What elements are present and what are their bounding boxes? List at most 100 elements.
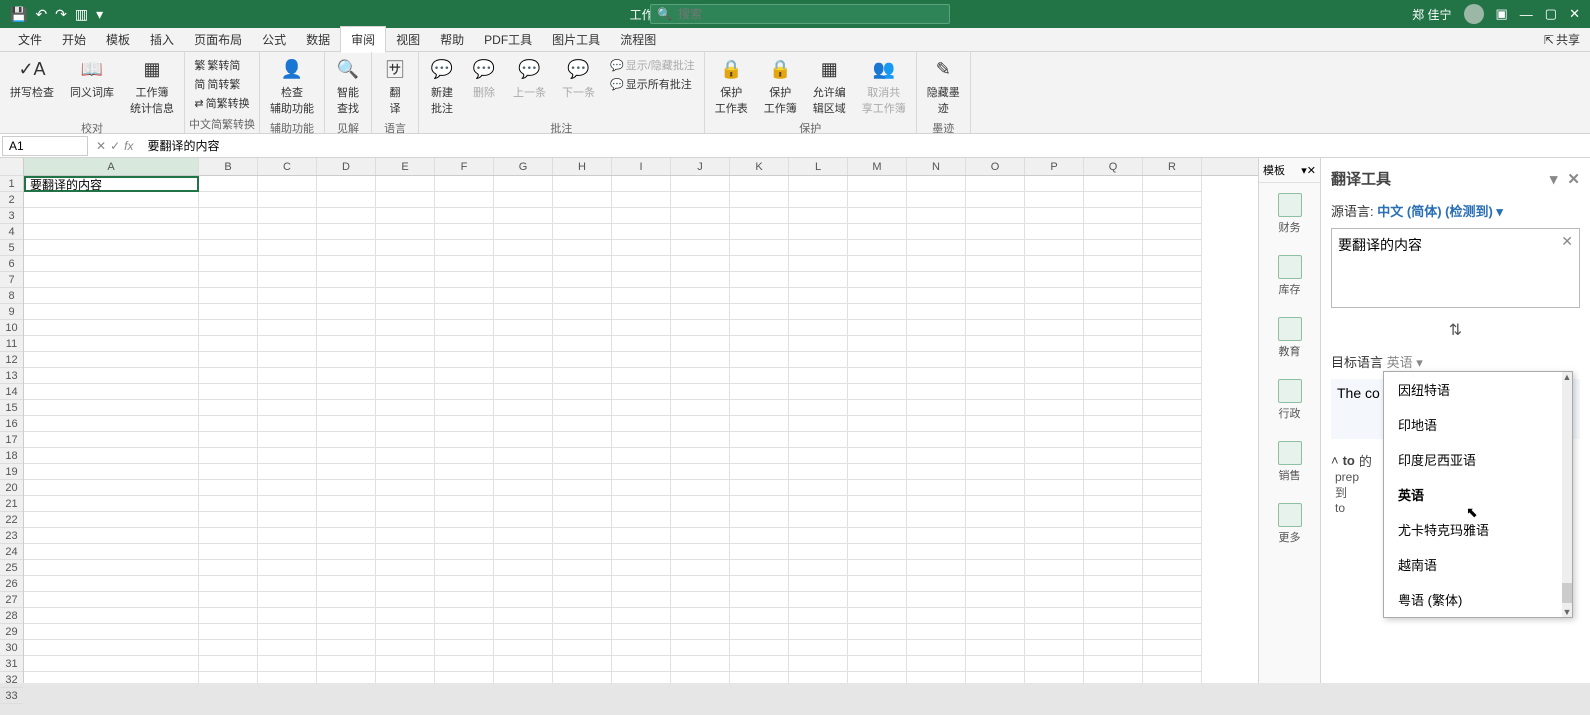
col-header-E[interactable]: E	[376, 158, 435, 175]
row-header-33[interactable]: 33	[0, 688, 23, 704]
target-lang-dropdown[interactable]: 英语 ▾	[1387, 355, 1423, 370]
cancel-formula-icon[interactable]: ✕	[96, 139, 106, 153]
maximize-icon[interactable]: ▢	[1545, 6, 1557, 22]
protect-sheet-button[interactable]: 🔒保护 工作表	[709, 54, 754, 118]
lang-option-2[interactable]: 印度尼西亚语	[1384, 442, 1572, 477]
col-header-C[interactable]: C	[258, 158, 317, 175]
show-all-comments-button[interactable]: 💬显示所有批注	[607, 75, 698, 93]
undo-icon[interactable]: ↶	[35, 6, 47, 23]
row-header-1[interactable]: 1	[0, 176, 23, 192]
row-header-20[interactable]: 20	[0, 480, 23, 496]
lang-option-0[interactable]: 因纽特语	[1384, 372, 1572, 407]
template-item-2[interactable]: 教育	[1259, 307, 1320, 369]
row-header-27[interactable]: 27	[0, 592, 23, 608]
clear-text-icon[interactable]: ✕	[1561, 233, 1573, 250]
swap-languages-button[interactable]: ⇅	[1331, 320, 1580, 340]
save-icon[interactable]: 💾	[10, 6, 27, 23]
col-header-M[interactable]: M	[848, 158, 907, 175]
col-header-F[interactable]: F	[435, 158, 494, 175]
col-header-D[interactable]: D	[317, 158, 376, 175]
col-header-O[interactable]: O	[966, 158, 1025, 175]
tab-data[interactable]: 数据	[296, 27, 340, 52]
delete-comment-button[interactable]: 💬删除	[465, 54, 503, 102]
col-header-B[interactable]: B	[199, 158, 258, 175]
row-header-28[interactable]: 28	[0, 608, 23, 624]
row-header-22[interactable]: 22	[0, 512, 23, 528]
col-header-I[interactable]: I	[612, 158, 671, 175]
formula-input[interactable]: 要翻译的内容	[139, 135, 1590, 156]
row-header-24[interactable]: 24	[0, 544, 23, 560]
row-header-7[interactable]: 7	[0, 272, 23, 288]
col-header-P[interactable]: P	[1025, 158, 1084, 175]
row-header-8[interactable]: 8	[0, 288, 23, 304]
protect-workbook-button[interactable]: 🔒保护 工作簿	[758, 54, 803, 118]
close-icon[interactable]: ✕	[1569, 6, 1580, 22]
row-header-21[interactable]: 21	[0, 496, 23, 512]
row-header-29[interactable]: 29	[0, 624, 23, 640]
source-text-box[interactable]: 要翻译的内容 ✕	[1331, 228, 1580, 308]
lang-option-5[interactable]: 越南语	[1384, 547, 1572, 582]
col-header-K[interactable]: K	[730, 158, 789, 175]
redo-icon[interactable]: ↷	[55, 6, 67, 23]
tab-insert[interactable]: 插入	[140, 27, 184, 52]
col-header-R[interactable]: R	[1143, 158, 1202, 175]
allow-edit-button[interactable]: ▦允许编 辑区域	[807, 54, 852, 118]
scroll-up-icon[interactable]: ▲	[1562, 372, 1572, 382]
tab-image[interactable]: 图片工具	[542, 27, 610, 52]
workbook-stats-button[interactable]: ▦工作簿 统计信息	[124, 54, 180, 118]
tab-file[interactable]: 文件	[8, 27, 52, 52]
col-header-H[interactable]: H	[553, 158, 612, 175]
template-item-3[interactable]: 行政	[1259, 369, 1320, 431]
show-hide-comment-button[interactable]: 💬显示/隐藏批注	[607, 56, 698, 74]
panel-close-icon[interactable]: ✕	[1567, 170, 1580, 188]
row-header-19[interactable]: 19	[0, 464, 23, 480]
row-header-30[interactable]: 30	[0, 640, 23, 656]
row-header-23[interactable]: 23	[0, 528, 23, 544]
name-box[interactable]: A1	[2, 136, 88, 156]
trad-to-simp-button[interactable]: 简简转繁	[191, 75, 252, 93]
hide-ink-button[interactable]: ✎隐藏墨 迹	[921, 54, 966, 118]
panel-dropdown-icon[interactable]: ▾	[1550, 170, 1558, 188]
lang-option-1[interactable]: 印地语	[1384, 407, 1572, 442]
tab-layout[interactable]: 页面布局	[184, 27, 252, 52]
row-header-2[interactable]: 2	[0, 192, 23, 208]
spellcheck-button[interactable]: ✓A拼写检查	[4, 54, 60, 102]
lang-option-4[interactable]: 尤卡特克玛雅语	[1384, 512, 1572, 547]
ribbon-display-icon[interactable]: ▣	[1496, 6, 1508, 22]
share-button[interactable]: ⇱共享	[1544, 31, 1590, 48]
row-header-31[interactable]: 31	[0, 656, 23, 672]
row-header-15[interactable]: 15	[0, 400, 23, 416]
search-box[interactable]: 🔍	[650, 4, 950, 24]
col-header-L[interactable]: L	[789, 158, 848, 175]
touch-mode-icon[interactable]: ▥	[75, 6, 88, 23]
template-item-4[interactable]: 销售	[1259, 431, 1320, 493]
row-header-3[interactable]: 3	[0, 208, 23, 224]
tab-flowchart[interactable]: 流程图	[610, 27, 666, 52]
unshare-button[interactable]: 👥取消共 享工作簿	[856, 54, 912, 118]
col-header-J[interactable]: J	[671, 158, 730, 175]
smart-lookup-button[interactable]: 🔍智能 查找	[329, 54, 367, 118]
minimize-icon[interactable]: —	[1520, 7, 1533, 22]
row-header-14[interactable]: 14	[0, 384, 23, 400]
row-header-25[interactable]: 25	[0, 560, 23, 576]
translate-button[interactable]: 🈂翻 译	[376, 54, 414, 118]
qat-dropdown-icon[interactable]: ▾	[96, 6, 103, 23]
row-header-6[interactable]: 6	[0, 256, 23, 272]
scroll-thumb[interactable]	[1562, 583, 1572, 603]
tab-template[interactable]: 模板	[96, 27, 140, 52]
tab-pdf[interactable]: PDF工具	[474, 27, 542, 52]
row-header-9[interactable]: 9	[0, 304, 23, 320]
next-comment-button[interactable]: 💬下一条	[556, 54, 601, 102]
row-header-32[interactable]: 32	[0, 672, 23, 688]
row-header-17[interactable]: 17	[0, 432, 23, 448]
template-item-5[interactable]: 更多	[1259, 493, 1320, 555]
lang-option-3[interactable]: 英语	[1384, 477, 1572, 512]
row-header-18[interactable]: 18	[0, 448, 23, 464]
row-header-26[interactable]: 26	[0, 576, 23, 592]
simp-trad-conv-button[interactable]: ⇄简繁转换	[191, 94, 252, 112]
target-lang-dropdown-list[interactable]: 因纽特语印地语印度尼西亚语英语尤卡特克玛雅语越南语粤语 (繁体) ▲ ▼ ⬉	[1383, 371, 1573, 618]
dropdown-scrollbar[interactable]: ▲ ▼	[1562, 372, 1572, 617]
tab-help[interactable]: 帮助	[430, 27, 474, 52]
cell-A1[interactable]: 要翻译的内容	[24, 176, 199, 192]
avatar[interactable]	[1464, 4, 1484, 24]
